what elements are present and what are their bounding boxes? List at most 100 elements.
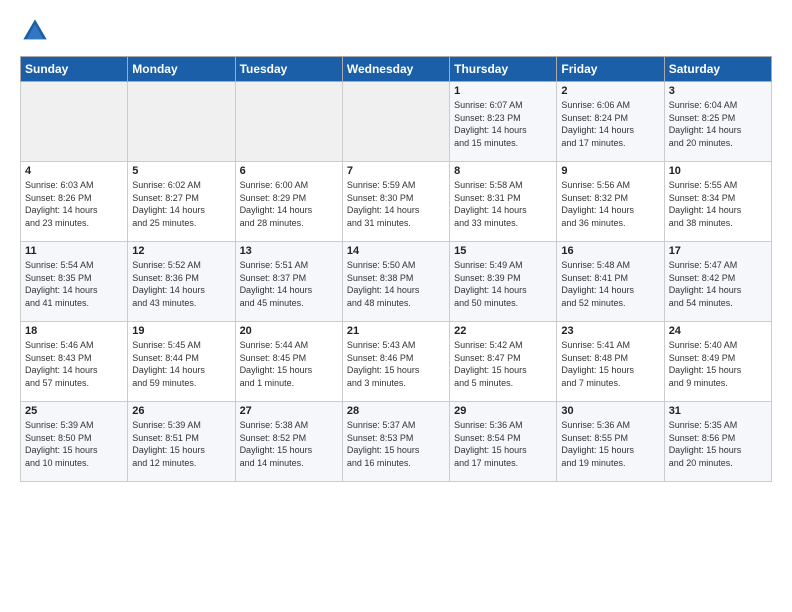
calendar-cell: 7 Sunrise: 5:59 AM Sunset: 8:30 PM Daylig… xyxy=(342,162,449,242)
day-number: 2 xyxy=(561,85,659,97)
day-info: Sunrise: 5:37 AM Sunset: 8:53 PM Dayligh… xyxy=(347,419,445,469)
day-number: 13 xyxy=(240,245,338,257)
calendar-cell: 15 Sunrise: 5:49 AM Sunset: 8:39 PM Dayli… xyxy=(450,242,557,322)
calendar-cell: 29 Sunrise: 5:36 AM Sunset: 8:54 PM Dayli… xyxy=(450,402,557,482)
calendar-cell: 6 Sunrise: 6:00 AM Sunset: 8:29 PM Daylig… xyxy=(235,162,342,242)
day-info: Sunrise: 6:00 AM Sunset: 8:29 PM Dayligh… xyxy=(240,179,338,229)
day-number: 28 xyxy=(347,405,445,417)
calendar-cell: 28 Sunrise: 5:37 AM Sunset: 8:53 PM Dayli… xyxy=(342,402,449,482)
calendar-cell xyxy=(235,82,342,162)
day-info: Sunrise: 5:59 AM Sunset: 8:30 PM Dayligh… xyxy=(347,179,445,229)
calendar-cell: 12Sunrise: 5:52 AM Sunset: 8:36 PM Dayli… xyxy=(128,242,235,322)
calendar-cell: 2 Sunrise: 6:06 AM Sunset: 8:24 PM Daylig… xyxy=(557,82,664,162)
day-info: Sunrise: 5:51 AM Sunset: 8:37 PM Dayligh… xyxy=(240,259,338,309)
day-number: 20 xyxy=(240,325,338,337)
calendar-cell: 1 Sunrise: 6:07 AM Sunset: 8:23 PM Daylig… xyxy=(450,82,557,162)
calendar-cell: 8Sunrise: 5:58 AM Sunset: 8:31 PM Daylig… xyxy=(450,162,557,242)
calendar-cell: 23 Sunrise: 5:41 AM Sunset: 8:48 PM Dayli… xyxy=(557,322,664,402)
calendar-cell: 10Sunrise: 5:55 AM Sunset: 8:34 PM Dayli… xyxy=(664,162,771,242)
day-number: 6 xyxy=(240,165,338,177)
day-info: Sunrise: 5:42 AM Sunset: 8:47 PM Dayligh… xyxy=(454,339,552,389)
calendar-cell xyxy=(342,82,449,162)
calendar-cell: 20 Sunrise: 5:44 AM Sunset: 8:45 PM Dayli… xyxy=(235,322,342,402)
day-number: 12 xyxy=(132,245,230,257)
day-number: 10 xyxy=(669,165,767,177)
day-info: Sunrise: 5:35 AM Sunset: 8:56 PM Dayligh… xyxy=(669,419,767,469)
day-header-friday: Friday xyxy=(557,57,664,82)
day-number: 27 xyxy=(240,405,338,417)
day-number: 1 xyxy=(454,85,552,97)
day-info: Sunrise: 6:03 AM Sunset: 8:26 PM Dayligh… xyxy=(25,179,123,229)
calendar-cell: 18 Sunrise: 5:46 AM Sunset: 8:43 PM Dayli… xyxy=(21,322,128,402)
day-info: Sunrise: 5:54 AM Sunset: 8:35 PM Dayligh… xyxy=(25,259,123,309)
calendar-cell: 26 Sunrise: 5:39 AM Sunset: 8:51 PM Dayli… xyxy=(128,402,235,482)
calendar-cell: 5Sunrise: 6:02 AM Sunset: 8:27 PM Daylig… xyxy=(128,162,235,242)
day-number: 31 xyxy=(669,405,767,417)
day-info: Sunrise: 5:58 AM Sunset: 8:31 PM Dayligh… xyxy=(454,179,552,229)
calendar-cell: 30 Sunrise: 5:36 AM Sunset: 8:55 PM Dayli… xyxy=(557,402,664,482)
day-number: 17 xyxy=(669,245,767,257)
day-info: Sunrise: 5:41 AM Sunset: 8:48 PM Dayligh… xyxy=(561,339,659,389)
day-number: 24 xyxy=(669,325,767,337)
day-number: 23 xyxy=(561,325,659,337)
calendar-cell xyxy=(128,82,235,162)
day-number: 26 xyxy=(132,405,230,417)
day-info: Sunrise: 5:36 AM Sunset: 8:55 PM Dayligh… xyxy=(561,419,659,469)
calendar-table: SundayMondayTuesdayWednesdayThursdayFrid… xyxy=(20,56,772,482)
calendar-cell: 17 Sunrise: 5:47 AM Sunset: 8:42 PM Dayli… xyxy=(664,242,771,322)
calendar-cell: 27 Sunrise: 5:38 AM Sunset: 8:52 PM Dayli… xyxy=(235,402,342,482)
day-number: 11 xyxy=(25,245,123,257)
day-number: 29 xyxy=(454,405,552,417)
day-info: Sunrise: 6:06 AM Sunset: 8:24 PM Dayligh… xyxy=(561,99,659,149)
day-info: Sunrise: 5:43 AM Sunset: 8:46 PM Dayligh… xyxy=(347,339,445,389)
week-row-3: 11 Sunrise: 5:54 AM Sunset: 8:35 PM Dayli… xyxy=(21,242,772,322)
day-info: Sunrise: 5:50 AM Sunset: 8:38 PM Dayligh… xyxy=(347,259,445,309)
day-number: 3 xyxy=(669,85,767,97)
day-header-monday: Monday xyxy=(128,57,235,82)
day-info: Sunrise: 5:46 AM Sunset: 8:43 PM Dayligh… xyxy=(25,339,123,389)
day-info: Sunrise: 5:39 AM Sunset: 8:50 PM Dayligh… xyxy=(25,419,123,469)
day-number: 14 xyxy=(347,245,445,257)
day-number: 19 xyxy=(132,325,230,337)
day-info: Sunrise: 6:02 AM Sunset: 8:27 PM Dayligh… xyxy=(132,179,230,229)
calendar-cell: 9 Sunrise: 5:56 AM Sunset: 8:32 PM Daylig… xyxy=(557,162,664,242)
calendar-cell: 19 Sunrise: 5:45 AM Sunset: 8:44 PM Dayli… xyxy=(128,322,235,402)
day-info: Sunrise: 5:38 AM Sunset: 8:52 PM Dayligh… xyxy=(240,419,338,469)
calendar-cell: 4 Sunrise: 6:03 AM Sunset: 8:26 PM Daylig… xyxy=(21,162,128,242)
logo-icon xyxy=(20,16,50,46)
day-number: 30 xyxy=(561,405,659,417)
page: SundayMondayTuesdayWednesdayThursdayFrid… xyxy=(0,0,792,498)
calendar-cell: 13 Sunrise: 5:51 AM Sunset: 8:37 PM Dayli… xyxy=(235,242,342,322)
day-info: Sunrise: 5:49 AM Sunset: 8:39 PM Dayligh… xyxy=(454,259,552,309)
day-info: Sunrise: 5:40 AM Sunset: 8:49 PM Dayligh… xyxy=(669,339,767,389)
week-row-5: 25 Sunrise: 5:39 AM Sunset: 8:50 PM Dayli… xyxy=(21,402,772,482)
day-info: Sunrise: 6:07 AM Sunset: 8:23 PM Dayligh… xyxy=(454,99,552,149)
day-number: 4 xyxy=(25,165,123,177)
day-info: Sunrise: 5:45 AM Sunset: 8:44 PM Dayligh… xyxy=(132,339,230,389)
day-info: Sunrise: 5:47 AM Sunset: 8:42 PM Dayligh… xyxy=(669,259,767,309)
week-row-1: 1 Sunrise: 6:07 AM Sunset: 8:23 PM Daylig… xyxy=(21,82,772,162)
day-info: Sunrise: 5:39 AM Sunset: 8:51 PM Dayligh… xyxy=(132,419,230,469)
calendar-cell xyxy=(21,82,128,162)
day-number: 7 xyxy=(347,165,445,177)
calendar-cell: 16Sunrise: 5:48 AM Sunset: 8:41 PM Dayli… xyxy=(557,242,664,322)
days-header-row: SundayMondayTuesdayWednesdayThursdayFrid… xyxy=(21,57,772,82)
day-info: Sunrise: 5:44 AM Sunset: 8:45 PM Dayligh… xyxy=(240,339,338,389)
day-number: 16 xyxy=(561,245,659,257)
day-number: 18 xyxy=(25,325,123,337)
day-info: Sunrise: 6:04 AM Sunset: 8:25 PM Dayligh… xyxy=(669,99,767,149)
day-info: Sunrise: 5:56 AM Sunset: 8:32 PM Dayligh… xyxy=(561,179,659,229)
calendar-cell: 22Sunrise: 5:42 AM Sunset: 8:47 PM Dayli… xyxy=(450,322,557,402)
day-number: 15 xyxy=(454,245,552,257)
calendar-cell: 3 Sunrise: 6:04 AM Sunset: 8:25 PM Daylig… xyxy=(664,82,771,162)
day-header-sunday: Sunday xyxy=(21,57,128,82)
calendar-cell: 21 Sunrise: 5:43 AM Sunset: 8:46 PM Dayli… xyxy=(342,322,449,402)
day-header-saturday: Saturday xyxy=(664,57,771,82)
day-header-wednesday: Wednesday xyxy=(342,57,449,82)
day-number: 25 xyxy=(25,405,123,417)
day-header-thursday: Thursday xyxy=(450,57,557,82)
day-info: Sunrise: 5:36 AM Sunset: 8:54 PM Dayligh… xyxy=(454,419,552,469)
day-number: 9 xyxy=(561,165,659,177)
day-number: 21 xyxy=(347,325,445,337)
calendar-cell: 14 Sunrise: 5:50 AM Sunset: 8:38 PM Dayli… xyxy=(342,242,449,322)
